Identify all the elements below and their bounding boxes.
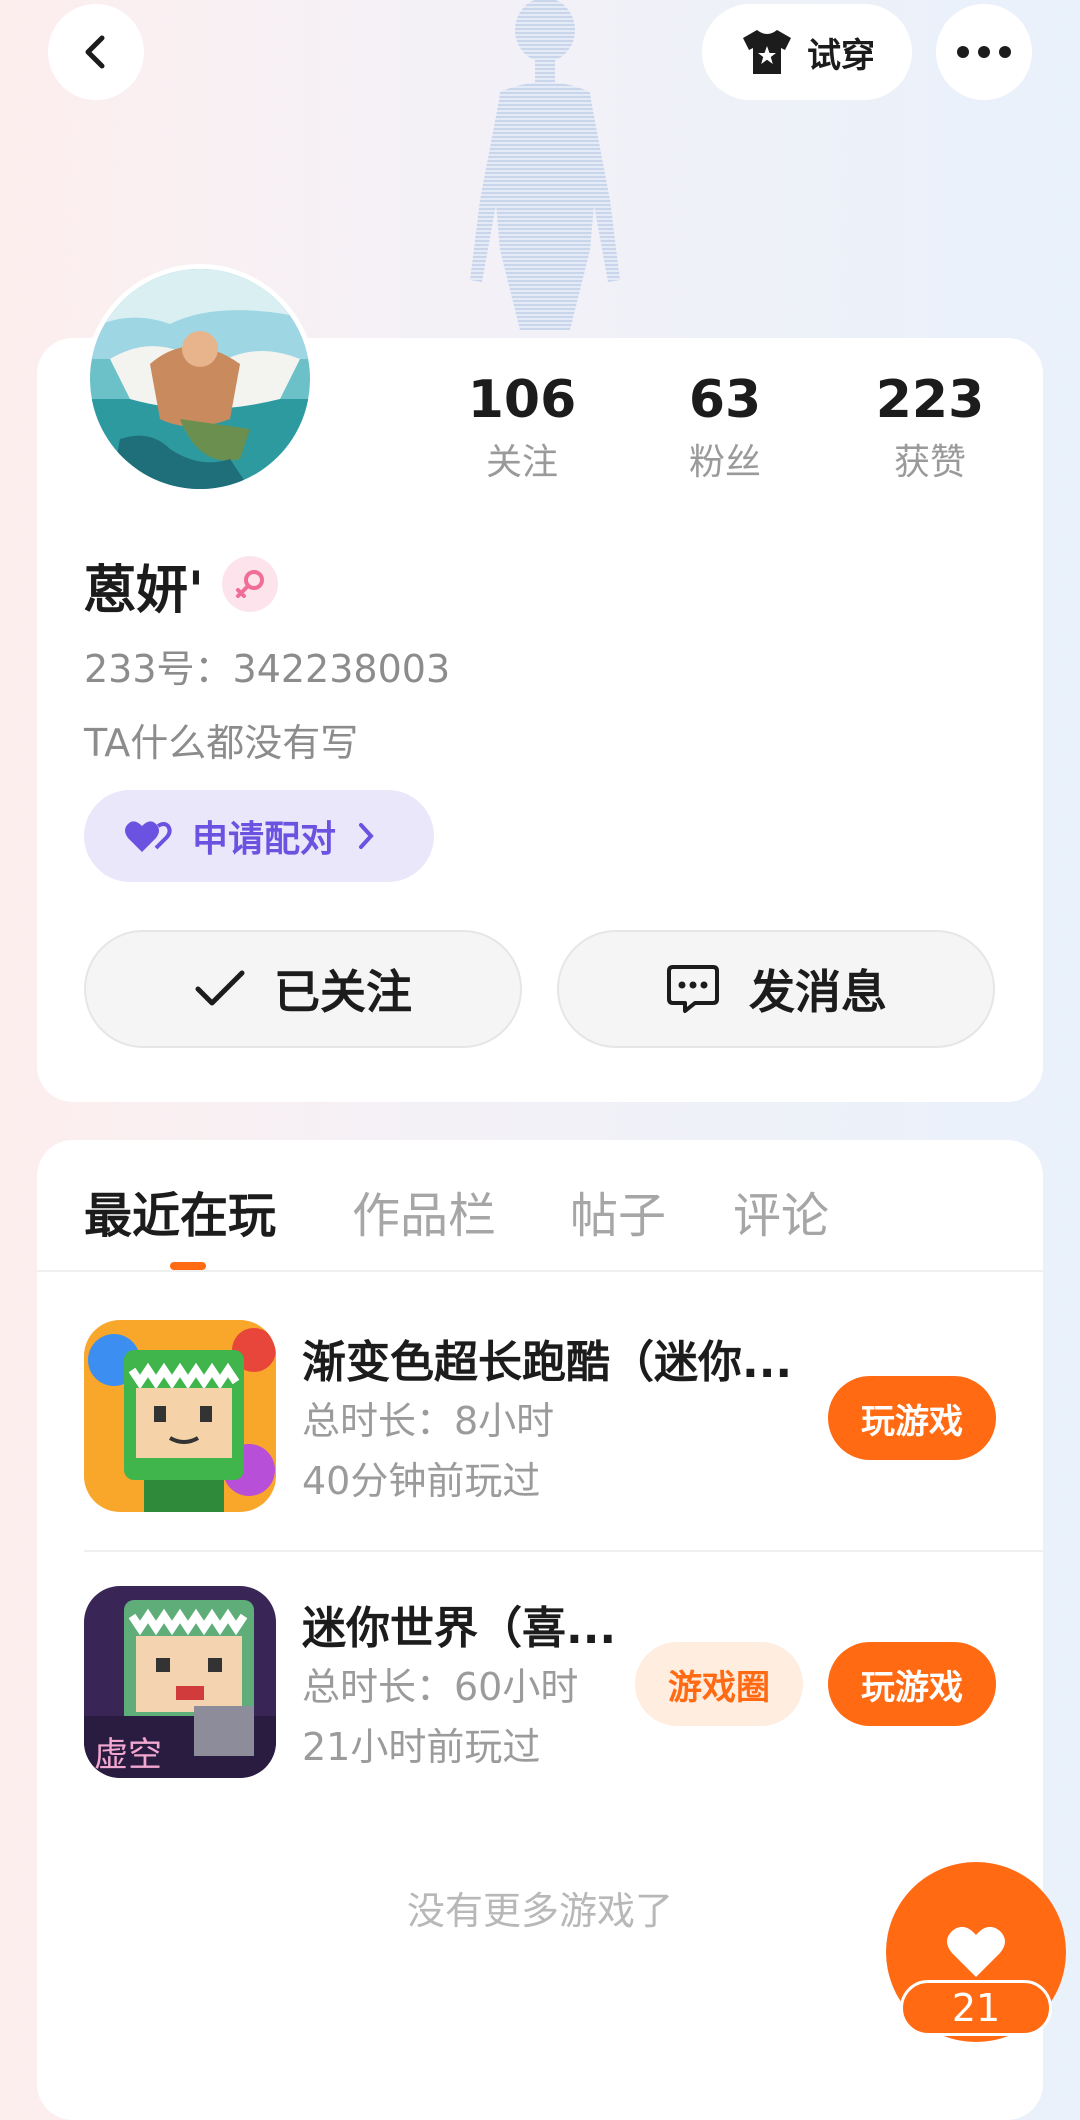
game-title: 渐变色超长跑酷（迷你... xyxy=(302,1337,793,1388)
heart-icon xyxy=(947,1926,1005,1977)
following-count: 106 xyxy=(467,370,577,430)
try-on-button[interactable]: 试穿 xyxy=(702,4,912,100)
more-dots-icon xyxy=(957,46,1011,58)
fans-count: 63 xyxy=(688,370,762,430)
play-game-button[interactable]: 玩游戏 xyxy=(828,1376,996,1460)
stat-following[interactable]: 106 关注 xyxy=(442,368,602,488)
tab-recent-playing[interactable]: 最近在玩 xyxy=(84,1176,276,1246)
game-last-played: 21小时前玩过 xyxy=(302,1725,541,1769)
back-arrow-icon xyxy=(85,35,105,69)
user-avatar[interactable] xyxy=(85,264,315,494)
play-game-button[interactable]: 玩游戏 xyxy=(828,1642,996,1726)
tab-comments[interactable]: 评论 xyxy=(733,1176,829,1246)
game-duration: 总时长：60小时 xyxy=(302,1665,579,1709)
likes-label: 获赞 xyxy=(893,442,966,483)
user-id: 233号：342238003 xyxy=(84,647,451,691)
game-circle-button[interactable]: 游戏圈 xyxy=(635,1642,803,1726)
pair-hearts-icon xyxy=(125,821,172,852)
followed-button[interactable]: 已关注 xyxy=(84,930,522,1048)
stat-fans[interactable]: 63 粉丝 xyxy=(645,368,805,488)
game-icon-mini-world: 虚空 xyxy=(84,1586,276,1778)
back-button[interactable] xyxy=(48,4,144,100)
game-duration: 总时长：8小时 xyxy=(302,1399,555,1443)
user-bio: TA什么都没有写 xyxy=(84,721,359,765)
followed-label: 已关注 xyxy=(274,965,412,1019)
game-icon-parkour xyxy=(84,1320,276,1512)
avatar-3d-figure xyxy=(470,0,620,330)
checkmark-icon xyxy=(195,970,245,1006)
active-tab-indicator xyxy=(170,1262,206,1270)
apply-pair-label: 申请配对 xyxy=(192,819,337,860)
stat-likes[interactable]: 223 获赞 xyxy=(850,368,1010,488)
game-last-played: 40分钟前玩过 xyxy=(302,1459,541,1503)
tab-divider xyxy=(37,1270,1043,1272)
try-on-label: 试穿 xyxy=(807,35,875,76)
game-title: 迷你世界（喜... xyxy=(302,1603,617,1654)
user-name: 蒽妍' xyxy=(84,561,204,621)
tab-works[interactable]: 作品栏 xyxy=(352,1176,496,1246)
likes-count: 223 xyxy=(875,370,985,430)
following-label: 关注 xyxy=(485,442,558,483)
more-button[interactable] xyxy=(936,4,1032,100)
tshirt-icon xyxy=(743,30,791,74)
game-item[interactable]: 渐变色超长跑酷（迷你... 总时长：8小时 40分钟前玩过 玩游戏 xyxy=(84,1320,996,1516)
svg-text:虚空: 虚空 xyxy=(94,1735,162,1775)
female-gender-icon xyxy=(222,556,278,612)
like-count-badge: 21 xyxy=(900,1980,1052,2036)
avatar-image xyxy=(90,269,310,489)
chevron-right-icon xyxy=(359,823,374,849)
chat-bubble-icon xyxy=(667,965,719,1013)
apply-pair-button[interactable]: 申请配对 xyxy=(84,790,434,882)
fans-label: 粉丝 xyxy=(688,442,761,483)
tab-posts[interactable]: 帖子 xyxy=(570,1176,666,1246)
send-message-label: 发消息 xyxy=(749,965,887,1019)
send-message-button[interactable]: 发消息 xyxy=(557,930,995,1048)
row-divider xyxy=(84,1550,1043,1552)
game-item[interactable]: 虚空 迷你世界（喜... 总时长：60小时 21小时前玩过 游戏圈 玩游戏 xyxy=(84,1586,996,1782)
